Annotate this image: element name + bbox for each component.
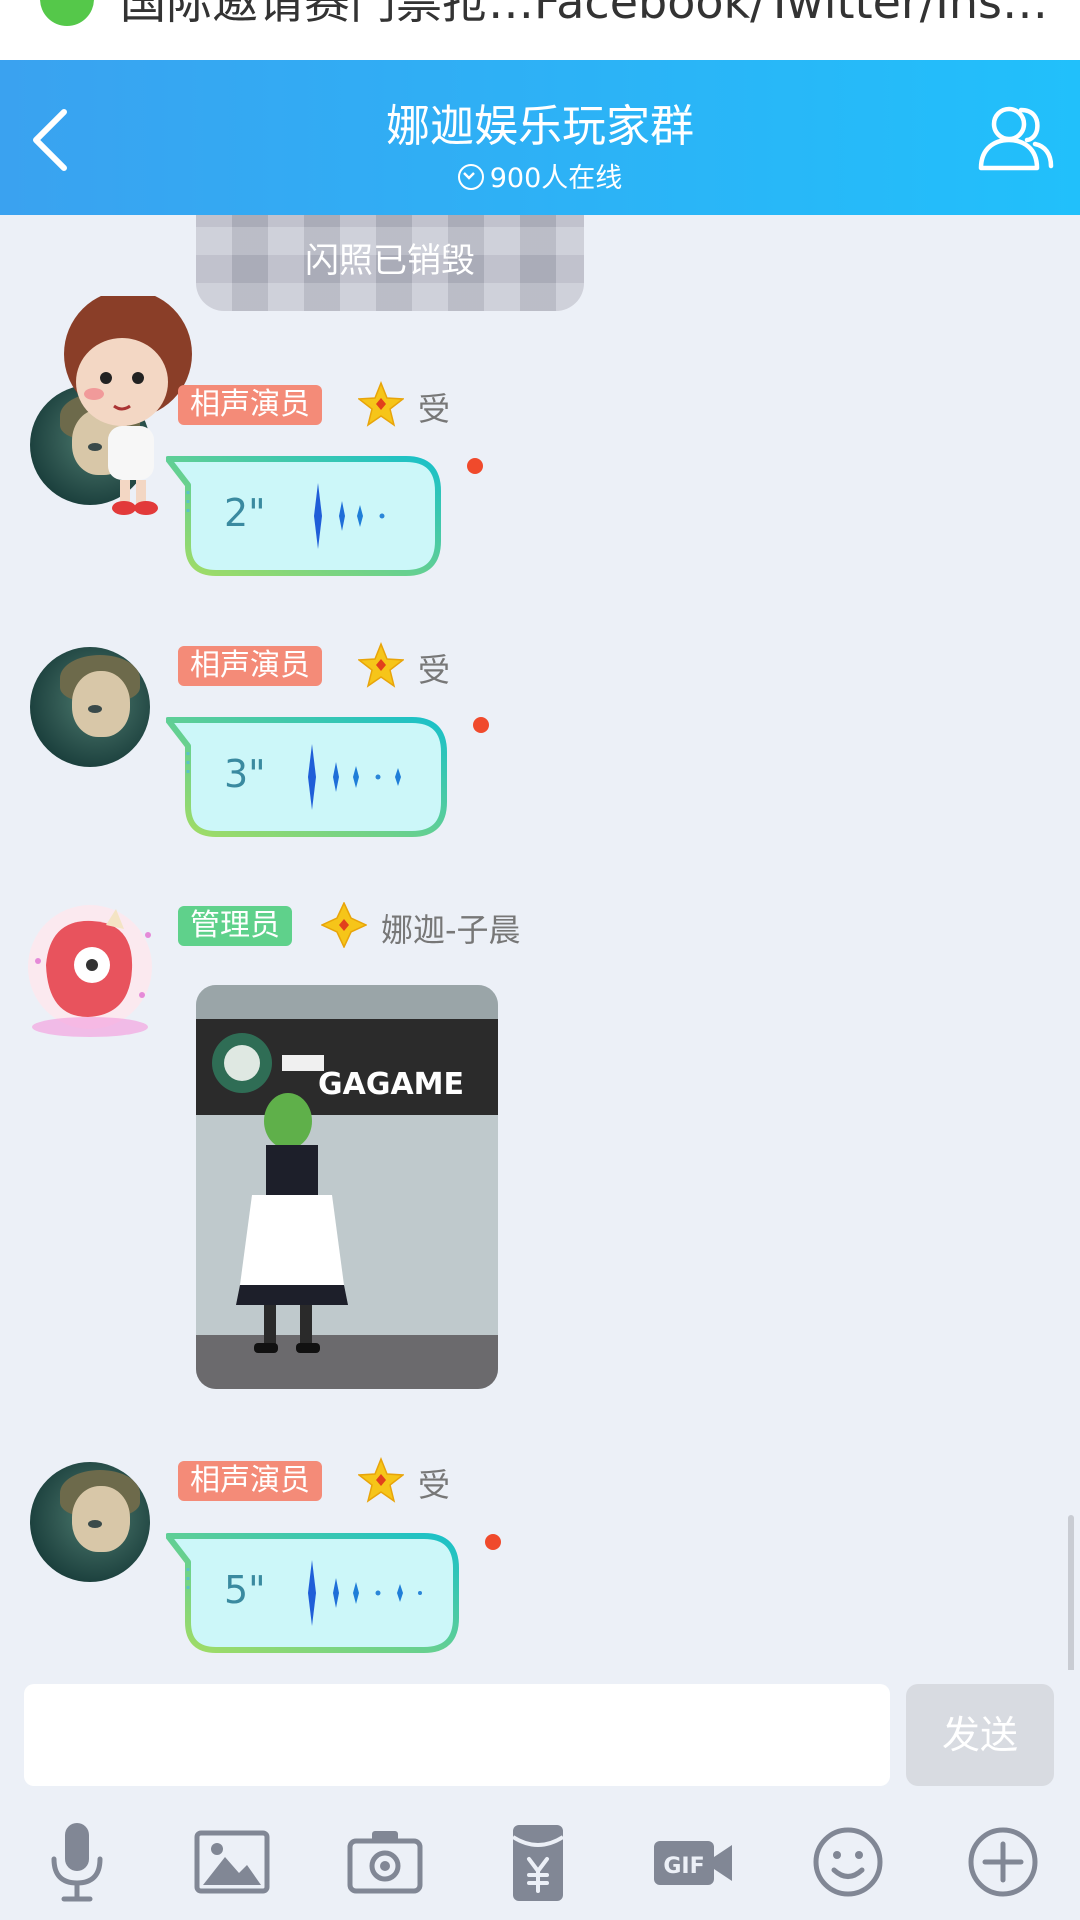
notification-text: 国际邀请赛门票抢…Facebook/Twitter/Ins… <box>120 0 1048 29</box>
flash-photo-destroyed[interactable]: 闪照已销毁 <box>196 215 584 311</box>
voice-message-bubble[interactable]: 2" <box>166 455 442 576</box>
voice-waveform-icon <box>308 744 401 810</box>
flash-photo-label: 闪照已销毁 <box>305 241 475 281</box>
photo-message[interactable]: GAGAME <box>196 985 498 1389</box>
gif-button[interactable]: GIF <box>648 1817 738 1907</box>
group-members-icon <box>978 106 1054 171</box>
user-title-badge: 相声演员 <box>178 646 322 686</box>
message-input[interactable] <box>24 1684 890 1786</box>
group-members-button[interactable] <box>975 98 1055 178</box>
voice-waveform-icon <box>308 1560 422 1626</box>
group-title: 娜迦娱乐玩家群 <box>386 101 694 152</box>
avatar[interactable] <box>30 647 150 767</box>
unread-dot <box>485 1534 501 1550</box>
chat-header: 娜迦娱乐玩家群 900人在线 <box>0 60 1080 215</box>
sender-name: 受 <box>418 390 451 428</box>
image-picker-button[interactable] <box>187 1817 277 1907</box>
user-title-badge: 相声演员 <box>178 385 322 425</box>
notification-strip: 国际邀请赛门票抢…Facebook/Twitter/Ins… <box>0 0 1080 60</box>
image-icon <box>194 1830 270 1894</box>
voice-duration: 5" <box>224 1568 266 1612</box>
more-button[interactable] <box>958 1817 1048 1907</box>
emoji-button[interactable] <box>803 1817 893 1907</box>
plus-icon <box>968 1827 1038 1897</box>
voice-duration: 3" <box>224 752 266 796</box>
chat-scrollbar[interactable] <box>1068 1515 1074 1675</box>
microphone-icon <box>51 1823 103 1902</box>
unread-dot <box>467 458 483 474</box>
voice-waveform-icon <box>314 483 385 549</box>
sender-name: 受 <box>418 1466 451 1504</box>
online-status-icon <box>457 164 484 190</box>
avatar[interactable] <box>30 1462 150 1582</box>
admin-level-icon <box>321 902 367 948</box>
camera-button[interactable] <box>340 1817 430 1907</box>
photo-wall-text: GAGAME <box>318 1067 465 1102</box>
svg-text:GIF: GIF <box>663 1854 704 1879</box>
send-button[interactable]: 发送 <box>906 1684 1054 1786</box>
gif-icon: GIF <box>654 1841 732 1885</box>
emoji-icon <box>813 1827 883 1897</box>
user-title-badge: 相声演员 <box>178 1461 322 1501</box>
unread-dot <box>473 717 489 733</box>
voice-duration: 2" <box>224 491 266 535</box>
star-level-icon <box>358 381 404 427</box>
voice-message-bubble[interactable]: 3" <box>166 716 448 837</box>
voice-message-bubble[interactable]: 5" <box>166 1532 460 1653</box>
star-level-icon <box>358 642 404 688</box>
sender-name: 娜迦-子晨 <box>381 911 521 949</box>
online-count-text: 900人在线 <box>489 163 623 194</box>
avatar[interactable] <box>20 895 160 1045</box>
voice-input-button[interactable] <box>32 1817 122 1907</box>
star-level-icon <box>358 1457 404 1503</box>
notification-app-icon <box>40 0 94 26</box>
red-packet-icon <box>511 1825 565 1901</box>
sender-name: 受 <box>418 651 451 689</box>
red-packet-button[interactable] <box>493 1817 583 1907</box>
online-count: 900人在线 <box>0 156 1080 195</box>
admin-badge: 管理员 <box>178 906 292 946</box>
camera-icon <box>347 1831 423 1894</box>
